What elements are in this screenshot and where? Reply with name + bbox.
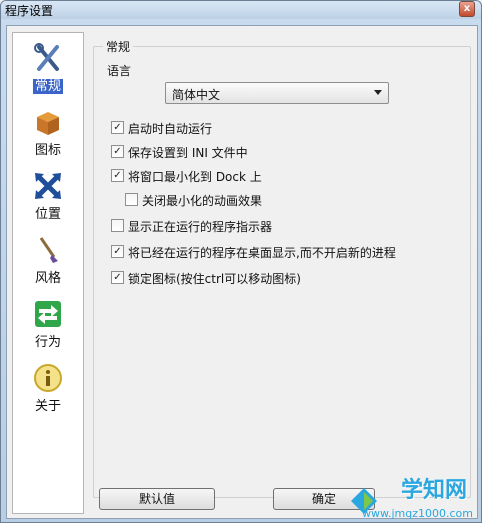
tools-icon [34, 43, 59, 71]
sidebar-item-icons[interactable]: 图标 [13, 101, 83, 163]
watermark-url: www.jmqz1000.com [362, 507, 473, 520]
sidebar-item-behavior[interactable]: 行为 [13, 293, 83, 355]
sidebar-item-style[interactable]: 风格 [13, 229, 83, 291]
chevron-down-icon [374, 90, 382, 95]
sidebar-item-general[interactable]: 常规 [13, 37, 83, 99]
running-indicator-checkbox[interactable] [111, 219, 124, 232]
close-button[interactable]: x [459, 1, 475, 17]
lock-icons-checkbox[interactable]: ✓ [111, 271, 124, 284]
close-icon: x [463, 3, 471, 14]
info-icon [34, 364, 62, 392]
sidebar-item-label: 图标 [34, 143, 61, 158]
autostart-checkbox[interactable]: ✓ [111, 121, 124, 134]
box-icon [37, 112, 59, 135]
window-title: 程序设置 [5, 4, 54, 18]
existing-instance-checkbox[interactable]: ✓ [111, 245, 124, 258]
brush-icon [39, 237, 58, 263]
sidebar-item-label: 风格 [34, 271, 61, 286]
option-label: 将窗口最小化到 Dock 上 [128, 170, 262, 184]
dialog-body: 常规 图标 位置 风格 行为 关于 常规 语言 简体中文 ✓ 启动时自动运行 ✓… [6, 25, 478, 519]
option-label: 显示正在运行的程序指示器 [128, 220, 273, 234]
sidebar-item-position[interactable]: 位置 [13, 165, 83, 227]
sidebar: 常规 图标 位置 风格 行为 关于 [12, 32, 84, 514]
option-label: 保存设置到 INI 文件中 [128, 146, 248, 160]
group-title: 常规 [103, 38, 134, 55]
option-label: 锁定图标(按住ctrl可以移动图标) [128, 272, 301, 286]
watermark-title: 学知网 [400, 478, 467, 503]
arrows-icon [35, 301, 61, 327]
settings-window: 程序设置 x 常规 图标 位置 风格 行为 关于 常规 语言 简体中文 ✓ 启动… [0, 0, 482, 523]
sidebar-item-label: 关于 [34, 399, 61, 414]
watermark: 学知网 www.jmqz1000.com [341, 478, 481, 522]
sidebar-item-label: 行为 [34, 335, 61, 350]
save-ini-checkbox[interactable]: ✓ [111, 145, 124, 158]
language-select[interactable]: 简体中文 [165, 82, 389, 104]
sidebar-item-about[interactable]: 关于 [13, 357, 83, 419]
sidebar-item-label: 位置 [34, 207, 61, 222]
default-button[interactable]: 默认值 [99, 488, 215, 510]
language-label: 语言 [107, 64, 132, 78]
option-label: 将已经在运行的程序在桌面显示,而不开启新的进程 [128, 246, 396, 260]
language-select-value: 简体中文 [172, 88, 221, 102]
option-label: 启动时自动运行 [128, 122, 213, 136]
option-label: 关闭最小化的动画效果 [142, 194, 263, 208]
title-bar[interactable]: 程序设置 x [1, 1, 481, 19]
disable-animation-checkbox[interactable] [125, 193, 138, 206]
minimize-to-dock-checkbox[interactable]: ✓ [111, 169, 124, 182]
sidebar-item-label: 常规 [32, 79, 63, 94]
move-icon [35, 173, 61, 199]
